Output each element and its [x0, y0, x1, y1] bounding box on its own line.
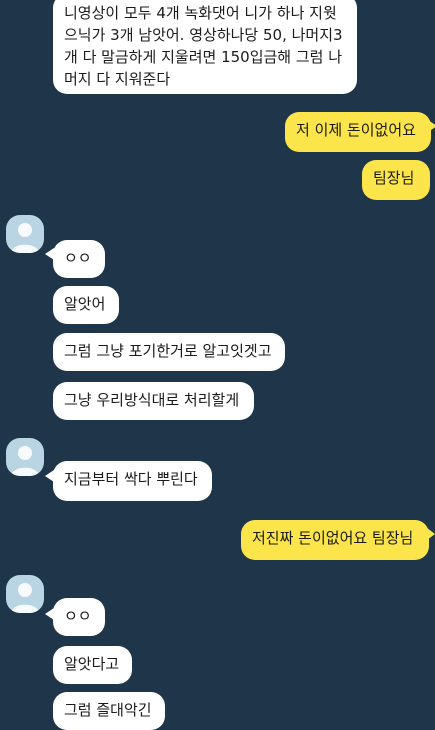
message-bubble-incoming[interactable]: ㅇㅇ: [53, 240, 105, 278]
bubble-tail: [427, 528, 435, 540]
person-avatar-icon: [11, 583, 39, 613]
person-avatar-icon: [11, 446, 39, 476]
bubble-tail: [428, 120, 435, 132]
message-bubble-outgoing[interactable]: 팀장님: [362, 160, 430, 200]
message-bubble-incoming[interactable]: 그럼 그냥 포기한거로 알고잇겟고: [53, 333, 285, 371]
message-bubble-incoming[interactable]: ㅇㅇ: [53, 598, 105, 636]
message-bubble-incoming[interactable]: 알앗다고: [53, 646, 132, 684]
message-bubble-outgoing[interactable]: 저진짜 돈이없어요 팀장님: [241, 520, 429, 560]
message-bubble-incoming[interactable]: 알앗어: [53, 286, 119, 324]
person-avatar-icon: [11, 223, 39, 253]
message-bubble-incoming[interactable]: 니영상이 모두 4개 녹화댓어 니가 하나 지웟 으닉가 3개 남앗어. 영상하…: [53, 0, 357, 94]
message-bubble-incoming[interactable]: 지금부터 싹다 뿌린다: [53, 461, 212, 501]
avatar[interactable]: [6, 438, 44, 476]
message-bubble-incoming[interactable]: 그냥 우리방식대로 처리할게: [53, 382, 254, 420]
avatar[interactable]: [6, 575, 44, 613]
avatar[interactable]: [6, 215, 44, 253]
message-bubble-outgoing[interactable]: 저 이제 돈이없어요: [285, 112, 431, 152]
message-bubble-incoming[interactable]: 그럼 즐대악긴: [53, 692, 165, 730]
